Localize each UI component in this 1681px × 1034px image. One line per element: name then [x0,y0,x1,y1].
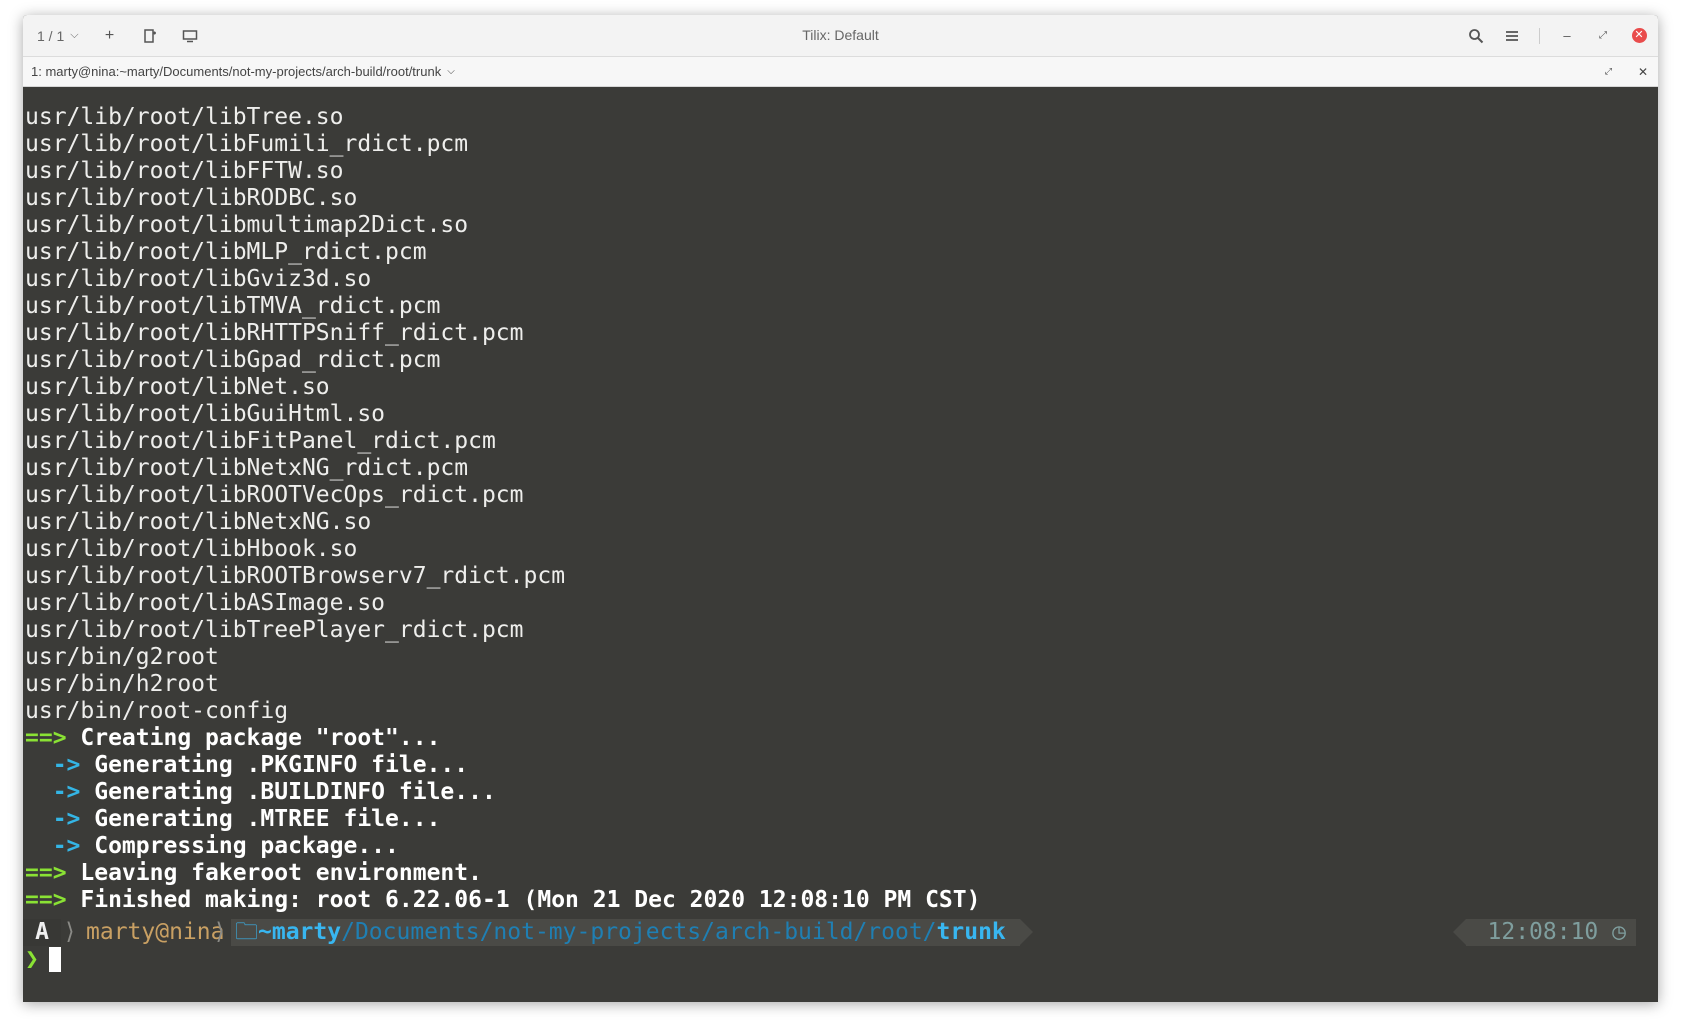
build-message-line: ==> Leaving fakeroot environment. [25,860,1658,887]
maximize-icon[interactable]: ⤢ [1594,27,1612,45]
output-line: usr/lib/root/libROOTBrowserv7_rdict.pcm [25,563,566,589]
split-terminal-icon[interactable] [141,27,159,45]
build-message: Generating .BUILDINFO file... [80,779,496,805]
close-icon: ✕ [1631,28,1647,43]
build-message-line: ==> Creating package "root"... [25,725,1658,752]
build-message: Finished making: root 6.22.06-1 (Mon 21 … [66,887,981,913]
window-title: Tilix: Default [802,27,879,43]
output-line: usr/lib/root/libTreePlayer_rdict.pcm [25,617,524,643]
output-line: usr/lib/root/libFFTW.so [25,158,344,184]
header-bar: 1 / 1 ⌵ + Tilix: Default – ⤢ ✕ [23,15,1658,57]
header-separator [1539,27,1540,44]
terminal-output: usr/lib/root/libTree.so usr/lib/root/lib… [25,104,1658,914]
arch-logo-icon: A [23,919,61,946]
main-marker: ==> [25,860,67,886]
terminal-title[interactable]: 1: marty@nina:~marty/Documents/not-my-pr… [31,57,455,86]
clock-icon: ◷ [1612,919,1626,945]
maximize-terminal-icon[interactable]: ⤢ [1605,66,1612,77]
output-line: usr/bin/g2root [25,644,219,670]
sub-marker: -> [25,779,81,805]
terminal-title-bar: 1: marty@nina:~marty/Documents/not-my-pr… [23,57,1658,87]
build-message-line: -> Compressing package... [25,833,1658,860]
sub-marker: -> [25,752,81,778]
output-line: usr/lib/root/libmultimap2Dict.so [25,212,469,238]
add-terminal-icon[interactable]: + [101,27,119,45]
minimize-icon[interactable]: – [1558,27,1576,45]
folder-icon: 🗀 [235,919,258,945]
build-message-line: -> Generating .BUILDINFO file... [25,779,1658,806]
prompt-path-middle: /Documents/not-my-projects/arch-build/ro… [341,919,937,945]
output-line: usr/lib/root/libFitPanel_rdict.pcm [25,428,496,454]
output-line: usr/lib/root/libNetxNG_rdict.pcm [25,455,469,481]
prompt-char: ❯ [25,946,39,972]
output-line: usr/bin/root-config [25,698,289,724]
chevron-right-icon: ⟩ [213,919,227,945]
main-marker: ==> [25,887,67,913]
prompt-home: ~marty [258,919,342,945]
output-line: usr/lib/root/libMLP_rdict.pcm [25,239,427,265]
main-marker: ==> [25,725,67,751]
close-window-button[interactable]: ✕ [1630,27,1648,45]
prompt-path: 🗀~marty/Documents/not-my-projects/arch-b… [231,919,1033,946]
build-message: Creating package "root"... [66,725,441,751]
terminal-view[interactable]: usr/lib/root/libTree.so usr/lib/root/lib… [23,87,1658,1002]
output-line: usr/lib/root/libROOTVecOps_rdict.pcm [25,482,524,508]
search-icon[interactable] [1467,27,1485,45]
output-line: usr/lib/root/libTMVA_rdict.pcm [25,293,441,319]
prompt-time: 12:08:10 ◷ [1452,919,1636,946]
prompt-time-text: 12:08:10 [1487,919,1599,945]
output-line: usr/lib/root/libNet.so [25,374,330,400]
output-line: usr/lib/root/libGviz3d.so [25,266,372,292]
output-line: usr/lib/root/libRODBC.so [25,185,358,211]
output-line: usr/lib/root/libASImage.so [25,590,386,616]
terminal-title-text: 1: marty@nina:~marty/Documents/not-my-pr… [31,64,442,79]
chevron-right-icon: ⟩ [63,919,77,945]
output-line: usr/lib/root/libFumili_rdict.pcm [25,131,469,157]
menu-icon[interactable] [1503,27,1521,45]
prompt-user-host: marty@nina [86,919,225,945]
text-cursor [48,947,61,972]
output-line: usr/bin/h2root [25,671,219,697]
sub-marker: -> [25,806,81,832]
build-message-line: -> Generating .MTREE file... [25,806,1658,833]
build-message: Generating .PKGINFO file... [80,752,469,778]
session-count: 1 / 1 [37,27,65,44]
session-switcher[interactable]: 1 / 1 ⌵ [37,28,79,44]
build-message-line: ==> Finished making: root 6.22.06-1 (Mon… [25,887,1658,914]
prompt-bar: A ⟩ marty@nina ⟩ 🗀~marty/Documents/not-m… [23,919,1658,946]
output-line: usr/lib/root/libRHTTPSniff_rdict.pcm [25,320,524,346]
chevron-down-icon: ⌵ [70,29,79,41]
prompt-current-dir: trunk [936,919,1006,945]
chevron-down-icon: ⌵ [447,66,455,77]
build-message-line: -> Generating .PKGINFO file... [25,752,1658,779]
output-line: usr/lib/root/libGuiHtml.so [25,401,386,427]
build-message: Generating .MTREE file... [80,806,441,832]
output-line: usr/lib/root/libHbook.so [25,536,358,562]
output-line: usr/lib/root/libNetxNG.so [25,509,372,535]
terminal-window: 1 / 1 ⌵ + Tilix: Default – ⤢ ✕ 1: marty@… [23,15,1658,1002]
close-terminal-icon[interactable]: ✕ [1638,65,1648,79]
build-message: Compressing package... [80,833,399,859]
sidebar-icon[interactable] [181,27,199,45]
sub-marker: -> [25,833,81,859]
output-line: usr/lib/root/libTree.so [25,104,344,130]
output-line: usr/lib/root/libGpad_rdict.pcm [25,347,441,373]
build-message: Leaving fakeroot environment. [66,860,482,886]
command-line[interactable]: ❯ [25,946,61,973]
